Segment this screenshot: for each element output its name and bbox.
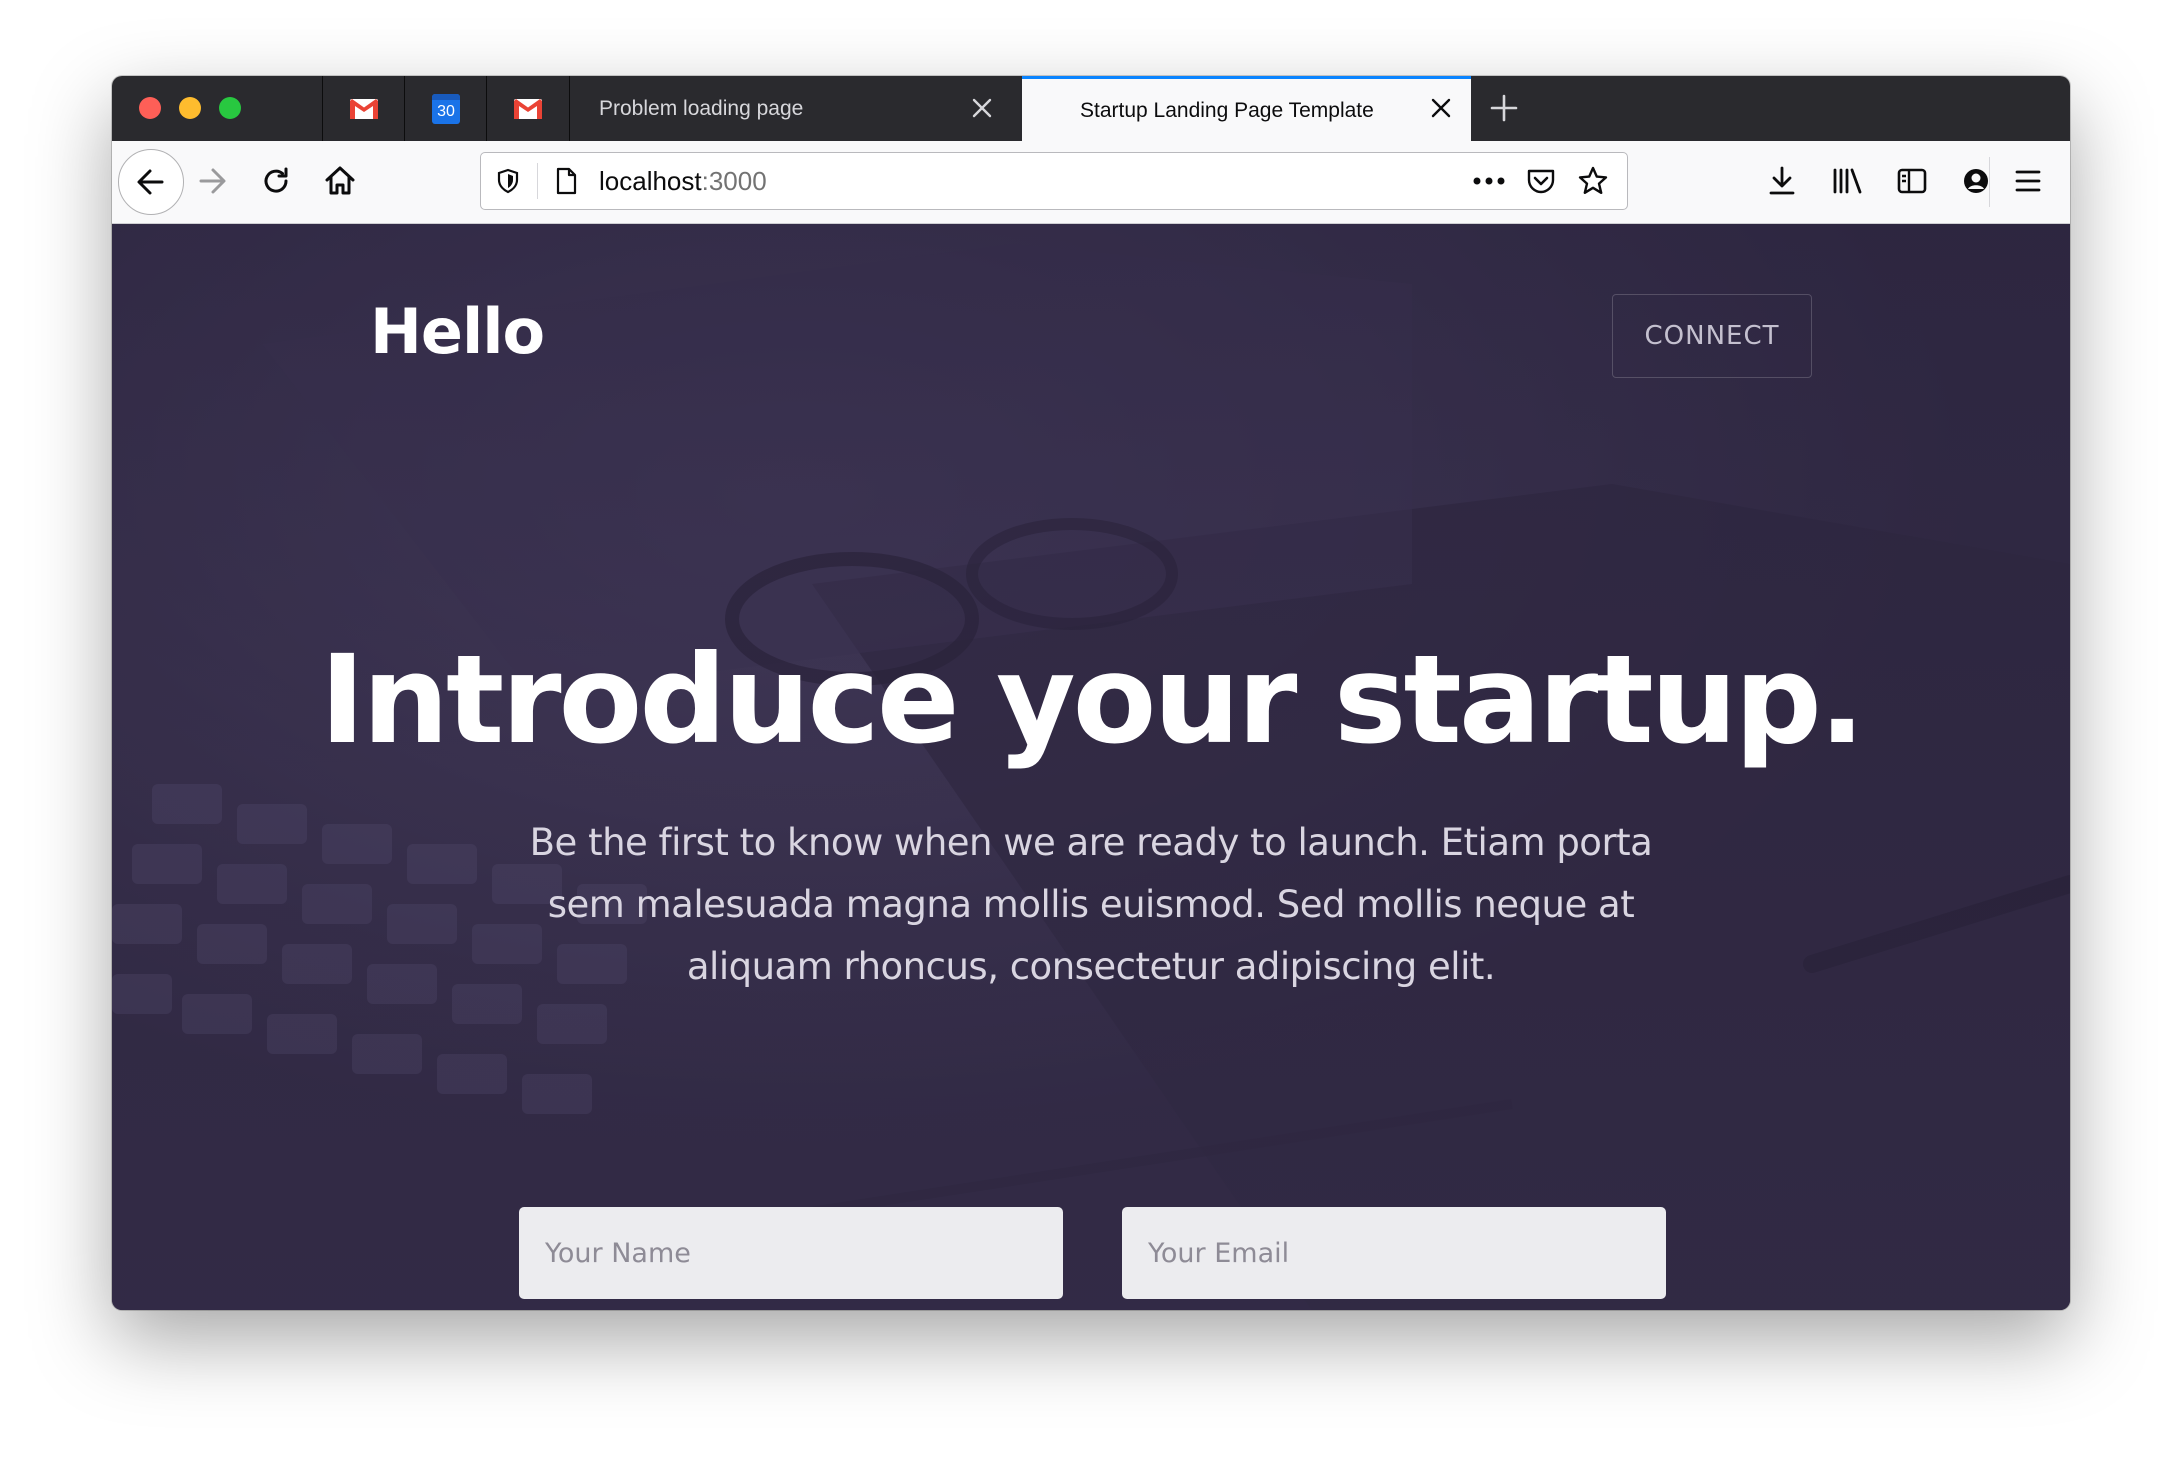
name-input[interactable] [519, 1207, 1063, 1299]
connect-button[interactable]: CONNECT [1612, 294, 1812, 378]
plus-icon [1490, 94, 1518, 122]
page-actions-button[interactable] [1463, 160, 1515, 202]
url-bar[interactable]: localhost:3000 [480, 152, 1628, 210]
hamburger-menu-icon [2015, 170, 2041, 192]
close-icon [972, 98, 992, 118]
landing-page: Hello CONNECT Introduce your startup. Be… [112, 224, 2070, 1310]
sidebar-icon [1897, 168, 1927, 194]
zoom-window-button[interactable] [219, 97, 241, 119]
tab-problem-loading[interactable]: Problem loading page [569, 76, 1030, 141]
toolbar-separator [1989, 157, 1990, 207]
forward-button[interactable] [186, 155, 238, 207]
page-icon [556, 167, 577, 195]
close-tab-button[interactable] [970, 96, 994, 120]
reload-button[interactable] [250, 155, 302, 207]
shield-icon [497, 168, 519, 194]
back-button[interactable] [118, 149, 184, 215]
url-port: :3000 [701, 166, 767, 196]
calendar-icon: 30 [432, 93, 460, 124]
arrow-right-icon [199, 168, 226, 194]
minimize-window-button[interactable] [179, 97, 201, 119]
hero-subtext: Be the first to know when we are ready t… [529, 821, 1653, 988]
close-icon [1431, 98, 1451, 118]
sidebar-toggle-button[interactable] [1886, 155, 1938, 207]
star-icon [1578, 166, 1608, 194]
brand-logo[interactable]: Hello [370, 296, 545, 368]
gmail-icon [514, 98, 542, 119]
tracking-protection-button[interactable] [493, 166, 523, 196]
arrow-left-icon [137, 169, 164, 195]
gmail-icon [350, 98, 378, 119]
tab-bar: 30 Problem loading page Startup Landing … [112, 76, 2070, 141]
pinned-tab-gmail[interactable] [486, 76, 570, 141]
pinned-tab-gmail[interactable] [322, 76, 405, 141]
home-button[interactable] [314, 155, 366, 207]
library-icon [1833, 168, 1862, 194]
pocket-button[interactable] [1515, 160, 1567, 202]
account-icon [1964, 169, 1988, 193]
browser-window: 30 Problem loading page Startup Landing … [112, 76, 2070, 1310]
downloads-button[interactable] [1756, 155, 1808, 207]
url-separator [537, 163, 538, 199]
url-text[interactable]: localhost:3000 [599, 166, 767, 196]
url-actions [1463, 160, 1619, 202]
pinned-tab-calendar[interactable]: 30 [404, 76, 487, 141]
app-menu-button[interactable] [2002, 155, 2054, 207]
close-window-button[interactable] [139, 97, 161, 119]
more-icon [1473, 177, 1505, 185]
hero-headline: Introduce your startup. [319, 629, 1865, 771]
pocket-icon [1527, 169, 1555, 194]
library-button[interactable] [1822, 155, 1874, 207]
account-button[interactable] [1950, 155, 2002, 207]
url-host: localhost [599, 166, 702, 196]
reload-icon [264, 167, 288, 193]
navigation-toolbar: localhost:3000 [112, 141, 2070, 224]
home-icon [325, 166, 355, 195]
site-info-button[interactable] [551, 166, 581, 196]
new-tab-button[interactable] [1482, 86, 1526, 130]
email-input[interactable] [1122, 1207, 1666, 1299]
download-icon [1769, 166, 1795, 195]
tab-startup-landing[interactable]: Startup Landing Page Template [1022, 76, 1471, 141]
tab-title: Startup Landing Page Template [1080, 99, 1374, 122]
bookmark-star-button[interactable] [1567, 160, 1619, 202]
close-tab-button[interactable] [1429, 96, 1453, 120]
tab-title: Problem loading page [599, 96, 804, 120]
